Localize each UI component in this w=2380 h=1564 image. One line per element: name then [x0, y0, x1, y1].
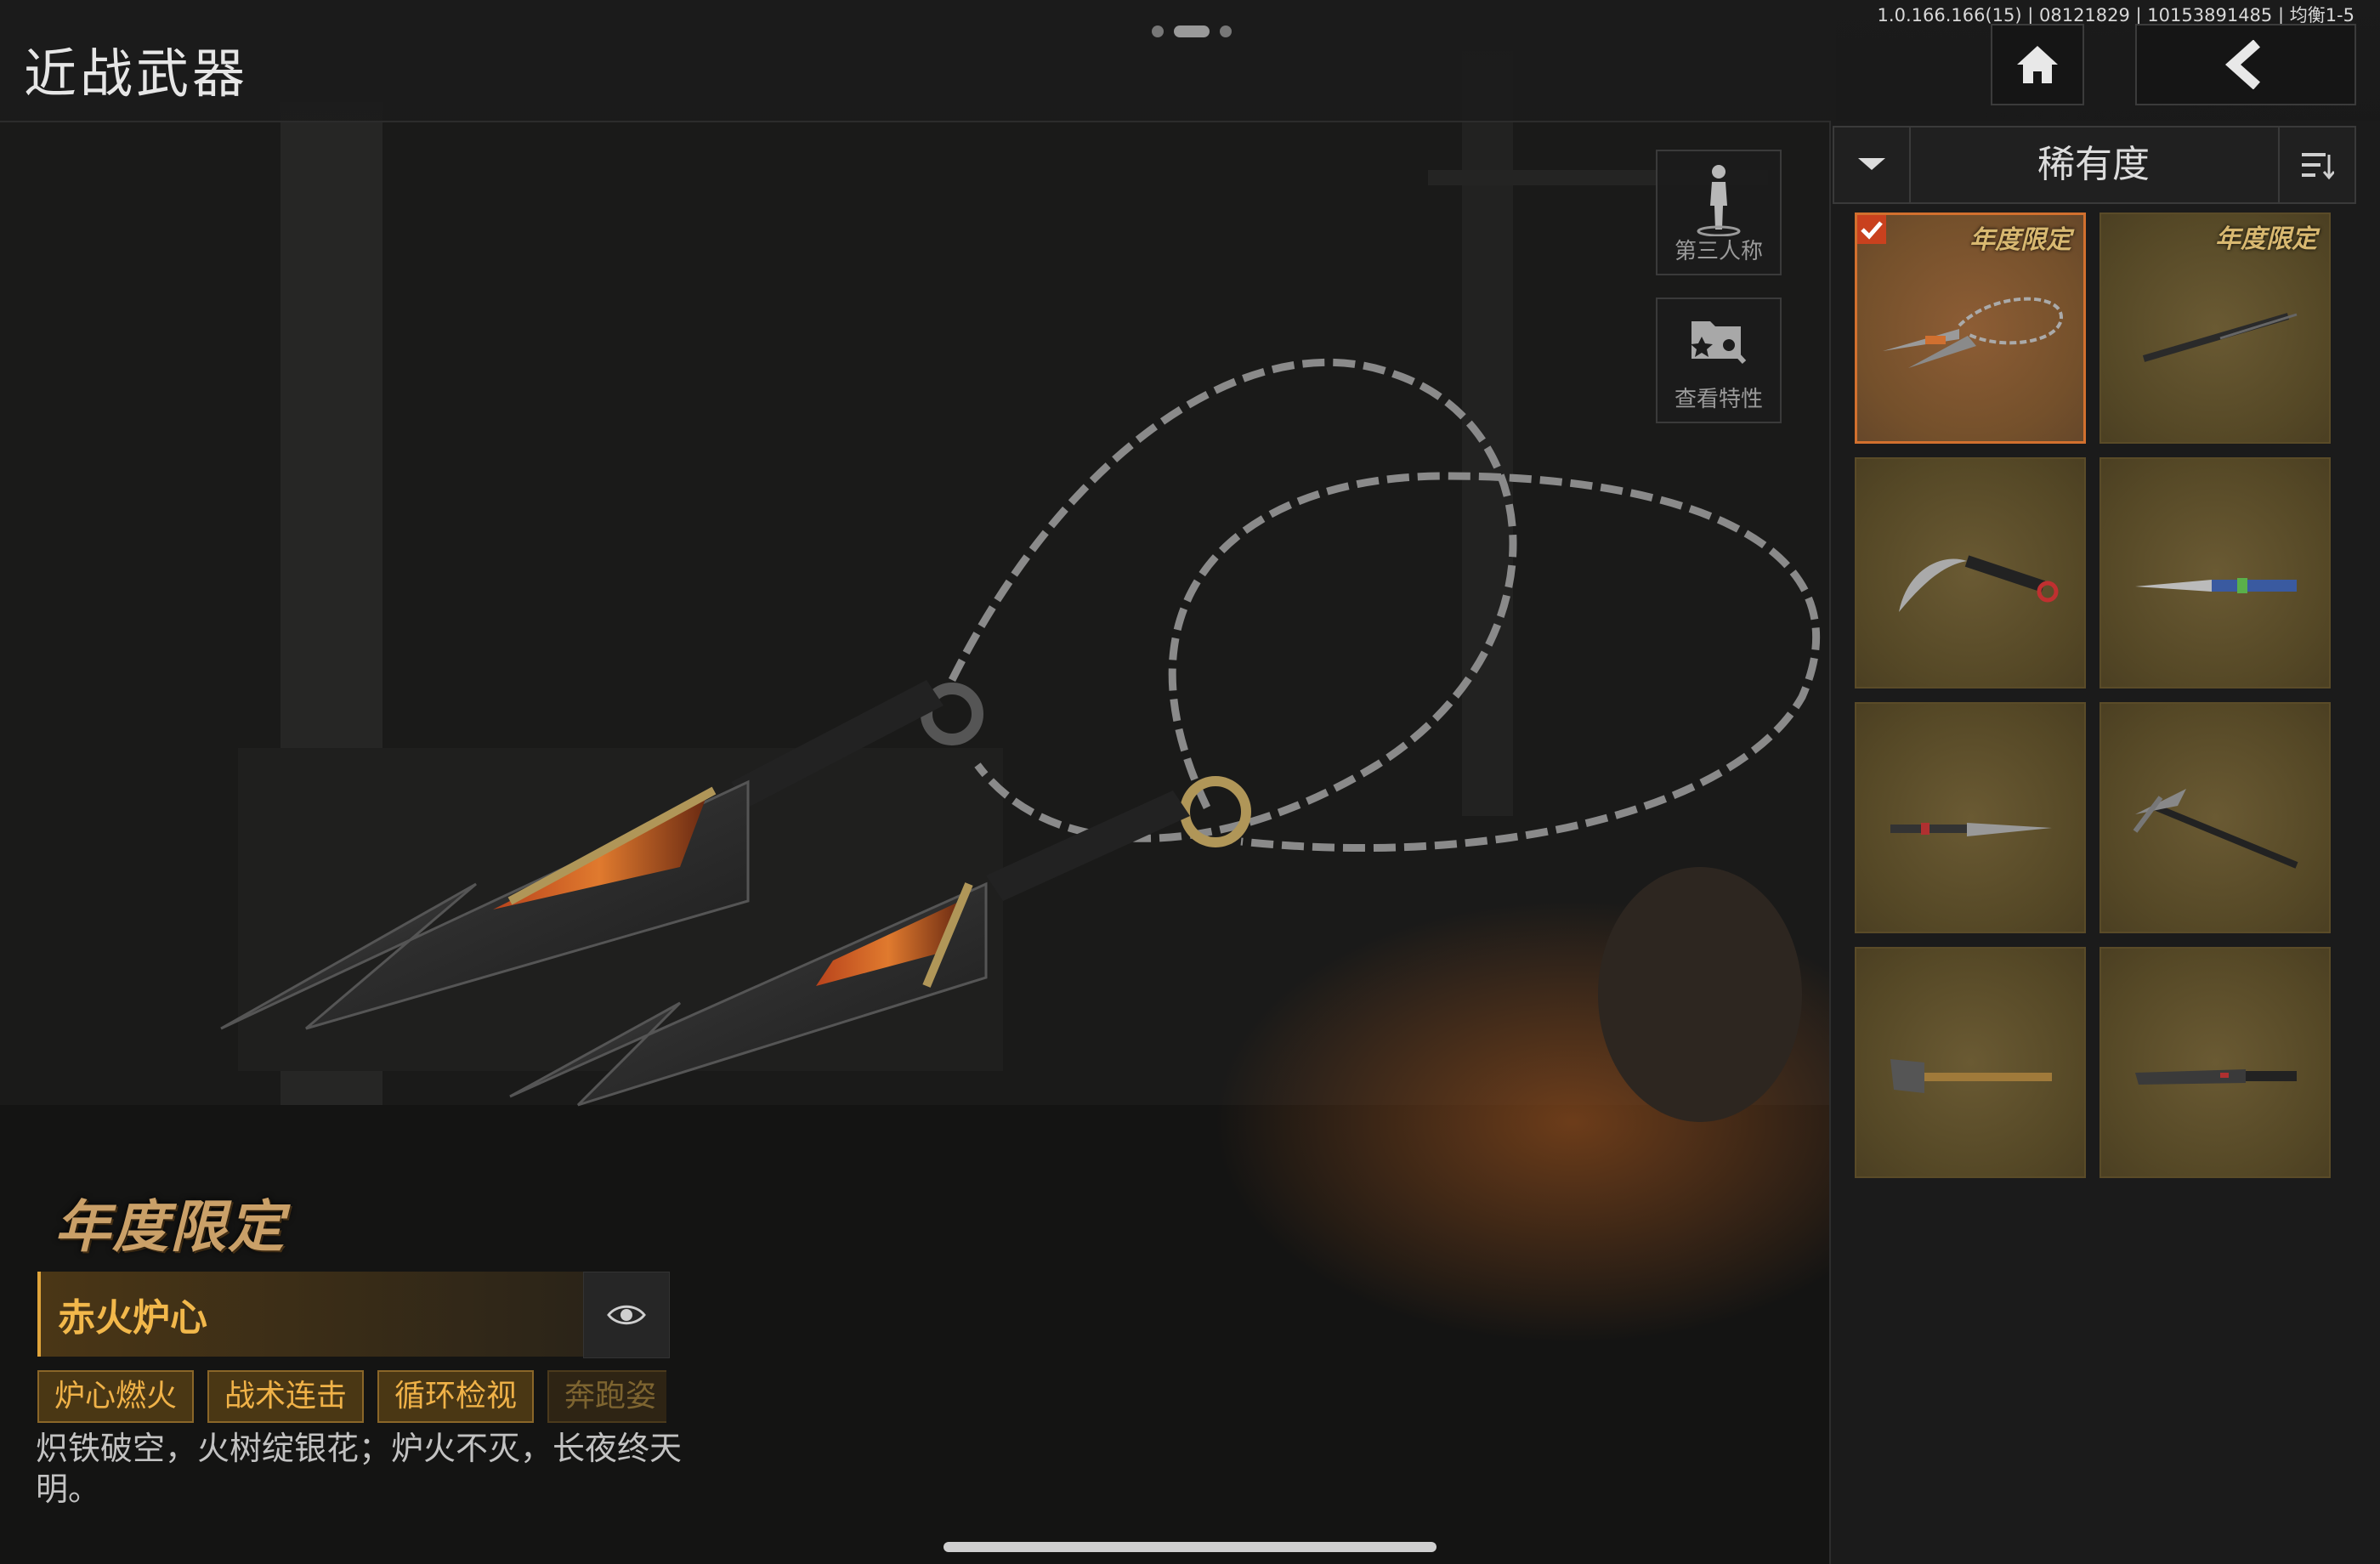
preview-toggle-button[interactable]	[583, 1272, 670, 1358]
view-features-button[interactable]: 查看特性	[1656, 298, 1782, 423]
page-dot	[1220, 26, 1232, 37]
limited-badge: 年度限定	[1969, 225, 2071, 255]
feature-tags: 炉心燃火 战术连击 循环检视 奔跑姿	[37, 1370, 666, 1423]
feature-tag[interactable]: 循环检视	[377, 1370, 535, 1423]
page-dot	[1152, 26, 1164, 37]
page-title: 近战武器	[24, 42, 249, 105]
third-person-view-button[interactable]: 第三人称	[1656, 150, 1782, 275]
selected-check-icon	[1857, 215, 1886, 244]
home-button[interactable]	[1991, 24, 2084, 105]
sort-dropdown-button[interactable]	[1834, 128, 1911, 202]
eye-icon	[607, 1305, 646, 1325]
sort-list-icon	[2302, 153, 2334, 180]
back-button[interactable]	[2135, 24, 2356, 105]
weapon-tile-chain-blade[interactable]: 年度限定	[2100, 212, 2331, 444]
chevron-down-icon	[1858, 158, 1885, 170]
karambit-weapon-icon	[1899, 555, 2059, 612]
view-features-label: 查看特性	[1674, 387, 1763, 412]
weapon-tile-chain-dart[interactable]: 年度限定	[1855, 212, 2086, 444]
chain-blade-weapon-icon	[2142, 313, 2298, 362]
feature-tag[interactable]: 战术连击	[207, 1370, 365, 1423]
skin-name-bar: 赤火炉心	[37, 1272, 585, 1357]
sort-bar: 稀有度	[1833, 126, 2356, 204]
skin-name: 赤火炉心	[58, 1296, 207, 1340]
weapon-tile-shovel[interactable]	[1855, 947, 2086, 1178]
sort-order-button[interactable]	[2278, 128, 2354, 202]
weapon-tile-combat-knife[interactable]	[1855, 702, 2086, 933]
butterfly-knife-weapon-icon	[2135, 578, 2297, 593]
view-features-icon	[1691, 321, 1747, 365]
weapon-tile-butterfly-knife[interactable]	[2100, 457, 2331, 688]
home-icon	[2017, 46, 2058, 83]
weapon-tile-ice-axe[interactable]	[2100, 702, 2331, 933]
feature-tag[interactable]: 奔跑姿	[547, 1370, 666, 1423]
person-view-icon	[1697, 165, 1741, 236]
page-indicator	[1152, 26, 1232, 37]
chain-dart-weapon-icon	[1883, 297, 2064, 368]
ice-axe-weapon-icon	[2133, 789, 2298, 869]
shovel-weapon-icon	[1890, 1059, 2052, 1093]
system-home-indicator[interactable]	[944, 1542, 1436, 1552]
back-arrow-icon	[2224, 40, 2260, 89]
machete-weapon-icon	[2135, 1069, 2297, 1085]
sort-label[interactable]: 稀有度	[1911, 128, 2276, 202]
combat-knife-weapon-icon	[1890, 823, 2052, 836]
page-dot-active	[1174, 26, 1210, 37]
weapon-tile-machete[interactable]	[2100, 947, 2331, 1178]
feature-tag[interactable]: 炉心燃火	[37, 1370, 195, 1423]
third-person-label: 第三人称	[1674, 239, 1763, 264]
limited-badge: 年度限定	[2215, 224, 2317, 254]
skin-description: 炽铁破空，火树绽银花；炉火不灭，长夜终天明。	[36, 1430, 683, 1508]
annual-limited-emblem: 年度限定	[54, 1194, 286, 1260]
weapon-tile-karambit[interactable]	[1855, 457, 2086, 688]
